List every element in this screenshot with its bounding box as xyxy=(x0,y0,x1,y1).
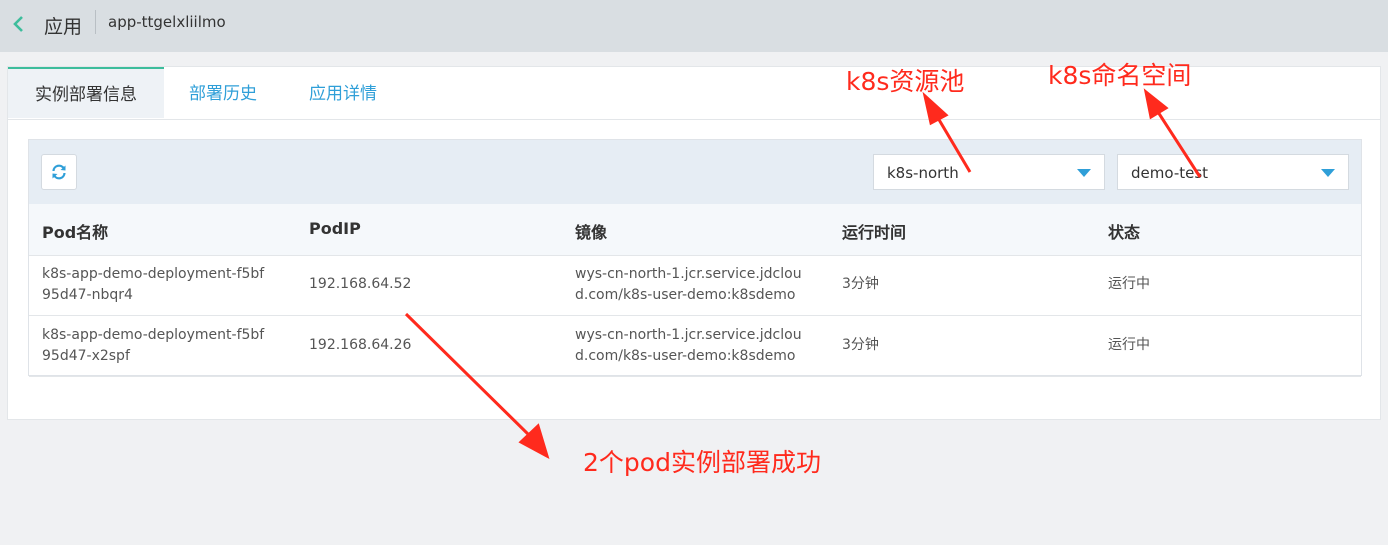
annotation-resource-pool: k8s资源池 xyxy=(846,67,965,96)
annotation-arrow-pool xyxy=(936,117,972,173)
annotation-deploy-success: 2个pod实例部署成功 xyxy=(583,448,821,477)
annotation-arrow-namespace xyxy=(1156,111,1202,178)
annotation-arrowhead-namespace xyxy=(1143,88,1169,120)
annotation-arrow-success xyxy=(404,312,534,440)
annotation-arrowhead-pool xyxy=(922,91,949,126)
annotation-namespace: k8s命名空间 xyxy=(1048,61,1192,90)
